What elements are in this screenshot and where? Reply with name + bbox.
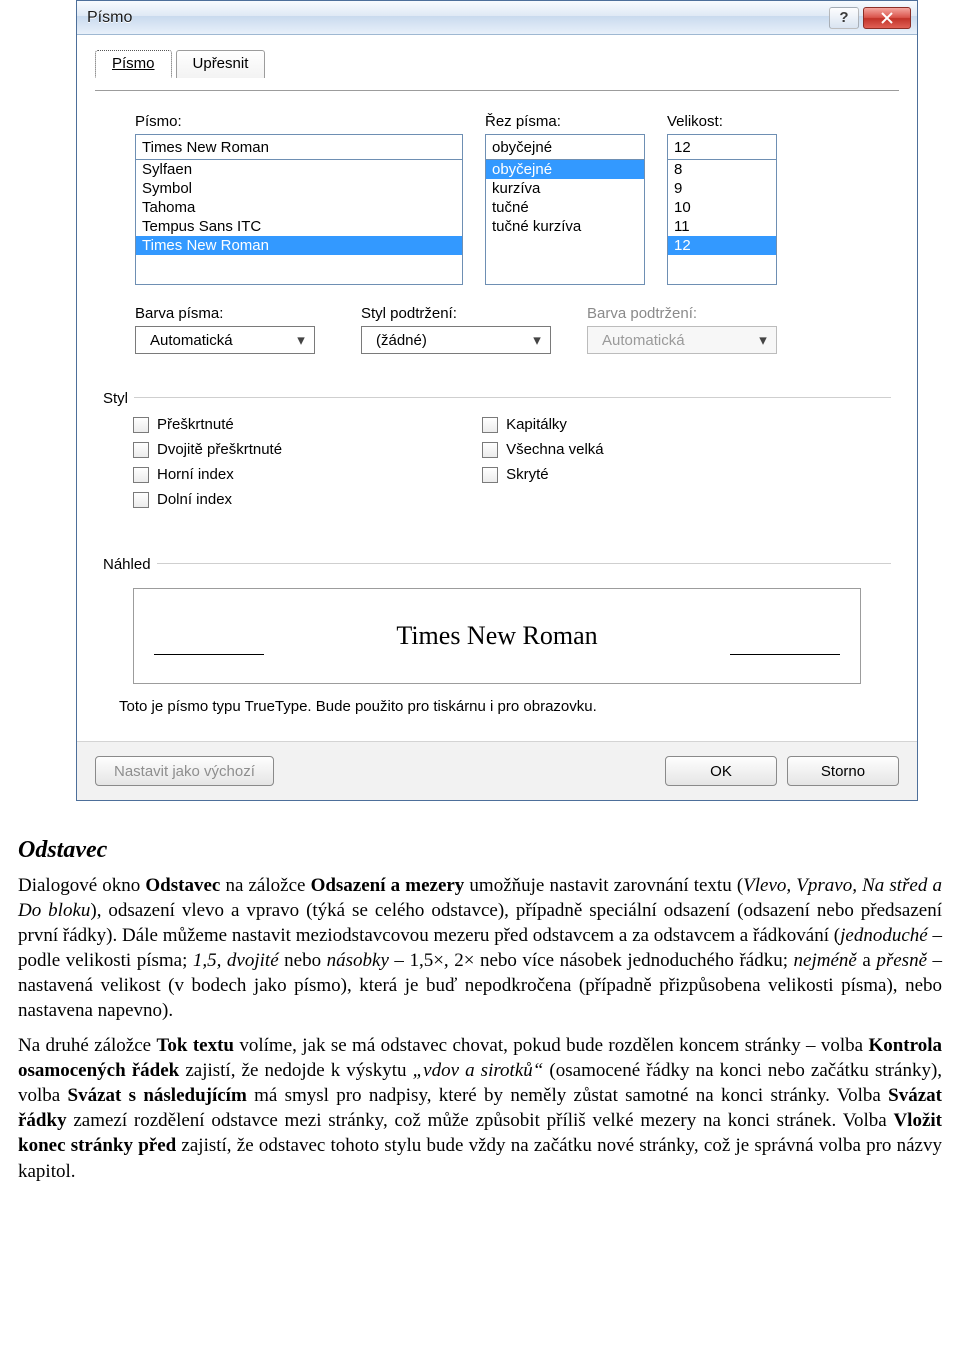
checkbox-icon [133,492,149,508]
doc-paragraph: Dialogové okno Odstavec na záložce Odsaz… [18,873,942,1023]
size-label: Velikost: [667,113,777,130]
list-item[interactable]: Times New Roman [136,236,462,255]
style-input[interactable] [485,134,645,160]
list-item[interactable]: obyčejné [486,160,644,179]
tab-advanced[interactable]: Upřesnit [176,50,266,78]
tab-strip: Písmo Upřesnit [95,49,899,77]
size-listbox[interactable]: 8 9 10 11 12 [667,159,777,285]
list-item[interactable]: 8 [668,160,776,179]
dialog-footer: Nastavit jako výchozí OK Storno [77,741,917,800]
list-item[interactable]: tučné kurzíva [486,217,644,236]
titlebar: Písmo ? [77,1,917,35]
effects-group: Styl Přeškrtnuté Dvojitě přeškrtnuté Hor… [103,380,891,520]
set-default-button[interactable]: Nastavit jako výchozí [95,756,274,786]
checkbox-icon [482,467,498,483]
close-icon [881,12,893,24]
style-listbox[interactable]: obyčejné kurzíva tučné tučné kurzíva [485,159,645,285]
list-item[interactable]: 10 [668,198,776,217]
help-button[interactable]: ? [829,7,859,29]
underline-style-dropdown[interactable]: (žádné) ▾ [361,326,551,354]
list-item[interactable]: tučné [486,198,644,217]
checkbox-row[interactable]: Všechna velká [482,437,604,462]
color-label: Barva písma: [135,305,335,322]
chevron-down-icon: ▾ [292,331,310,349]
dropdown-value: Automatická [602,332,685,349]
checkbox-icon [133,417,149,433]
group-title: Náhled [103,556,157,573]
checkbox-label: Skryté [506,466,549,483]
checkbox-row[interactable]: Přeškrtnuté [133,412,282,437]
list-item[interactable]: kurzíva [486,179,644,198]
cancel-button[interactable]: Storno [787,756,899,786]
tab-underline [95,90,899,91]
chevron-down-icon: ▾ [754,331,772,349]
list-item[interactable]: 12 [668,236,776,255]
checkbox-row[interactable]: Dvojitě přeškrtnuté [133,437,282,462]
checkbox-row[interactable]: Kapitálky [482,412,604,437]
list-item[interactable]: Tempus Sans ITC [136,217,462,236]
group-title: Styl [103,390,134,407]
doc-heading: Odstavec [18,835,942,867]
font-dialog: Písmo ? Písmo Upřesnit Písmo: Sylfaen Sy… [76,0,918,801]
dialog-body: Písmo Upřesnit Písmo: Sylfaen Symbol Tah… [77,35,917,741]
preview-box: Times New Roman [133,588,861,684]
list-item[interactable]: 9 [668,179,776,198]
checkbox-row[interactable]: Dolní index [133,487,282,512]
preview-group: Náhled Times New Roman Toto je písmo typ… [103,546,891,723]
checkbox-label: Dvojitě přeškrtnuté [157,441,282,458]
checkbox-label: Všechna velká [506,441,604,458]
window-title: Písmo [87,9,829,27]
doc-paragraph: Na druhé záložce Tok textu volíme, jak s… [18,1033,942,1183]
font-listbox[interactable]: Sylfaen Symbol Tahoma Tempus Sans ITC Ti… [135,159,463,285]
checkbox-icon [482,417,498,433]
underline-color-dropdown: Automatická ▾ [587,326,777,354]
style-label: Řez písma: [485,113,645,130]
document-text: Odstavec Dialogové okno Odstavec na zálo… [0,825,960,1214]
checkbox-label: Kapitálky [506,416,567,433]
dropdown-value: (žádné) [376,332,427,349]
font-input[interactable] [135,134,463,160]
font-label: Písmo: [135,113,463,130]
checkbox-icon [482,442,498,458]
checkbox-label: Dolní index [157,491,232,508]
chevron-down-icon: ▾ [528,331,546,349]
checkbox-label: Horní index [157,466,234,483]
list-item[interactable]: Tahoma [136,198,462,217]
size-input[interactable] [667,134,777,160]
checkbox-row[interactable]: Horní index [133,462,282,487]
ok-button[interactable]: OK [665,756,777,786]
font-color-dropdown[interactable]: Automatická ▾ [135,326,315,354]
checkbox-row[interactable]: Skryté [482,462,604,487]
preview-hint: Toto je písmo typu TrueType. Bude použit… [119,698,881,715]
underline-color-label: Barva podtržení: [587,305,787,322]
dropdown-value: Automatická [150,332,233,349]
checkbox-label: Přeškrtnuté [157,416,234,433]
list-item[interactable]: Symbol [136,179,462,198]
close-button[interactable] [863,7,911,29]
preview-text: Times New Roman [396,621,597,651]
checkbox-icon [133,467,149,483]
checkbox-icon [133,442,149,458]
list-item[interactable]: 11 [668,217,776,236]
tab-font[interactable]: Písmo [95,50,172,78]
list-item[interactable]: Sylfaen [136,160,462,179]
underline-style-label: Styl podtržení: [361,305,561,322]
